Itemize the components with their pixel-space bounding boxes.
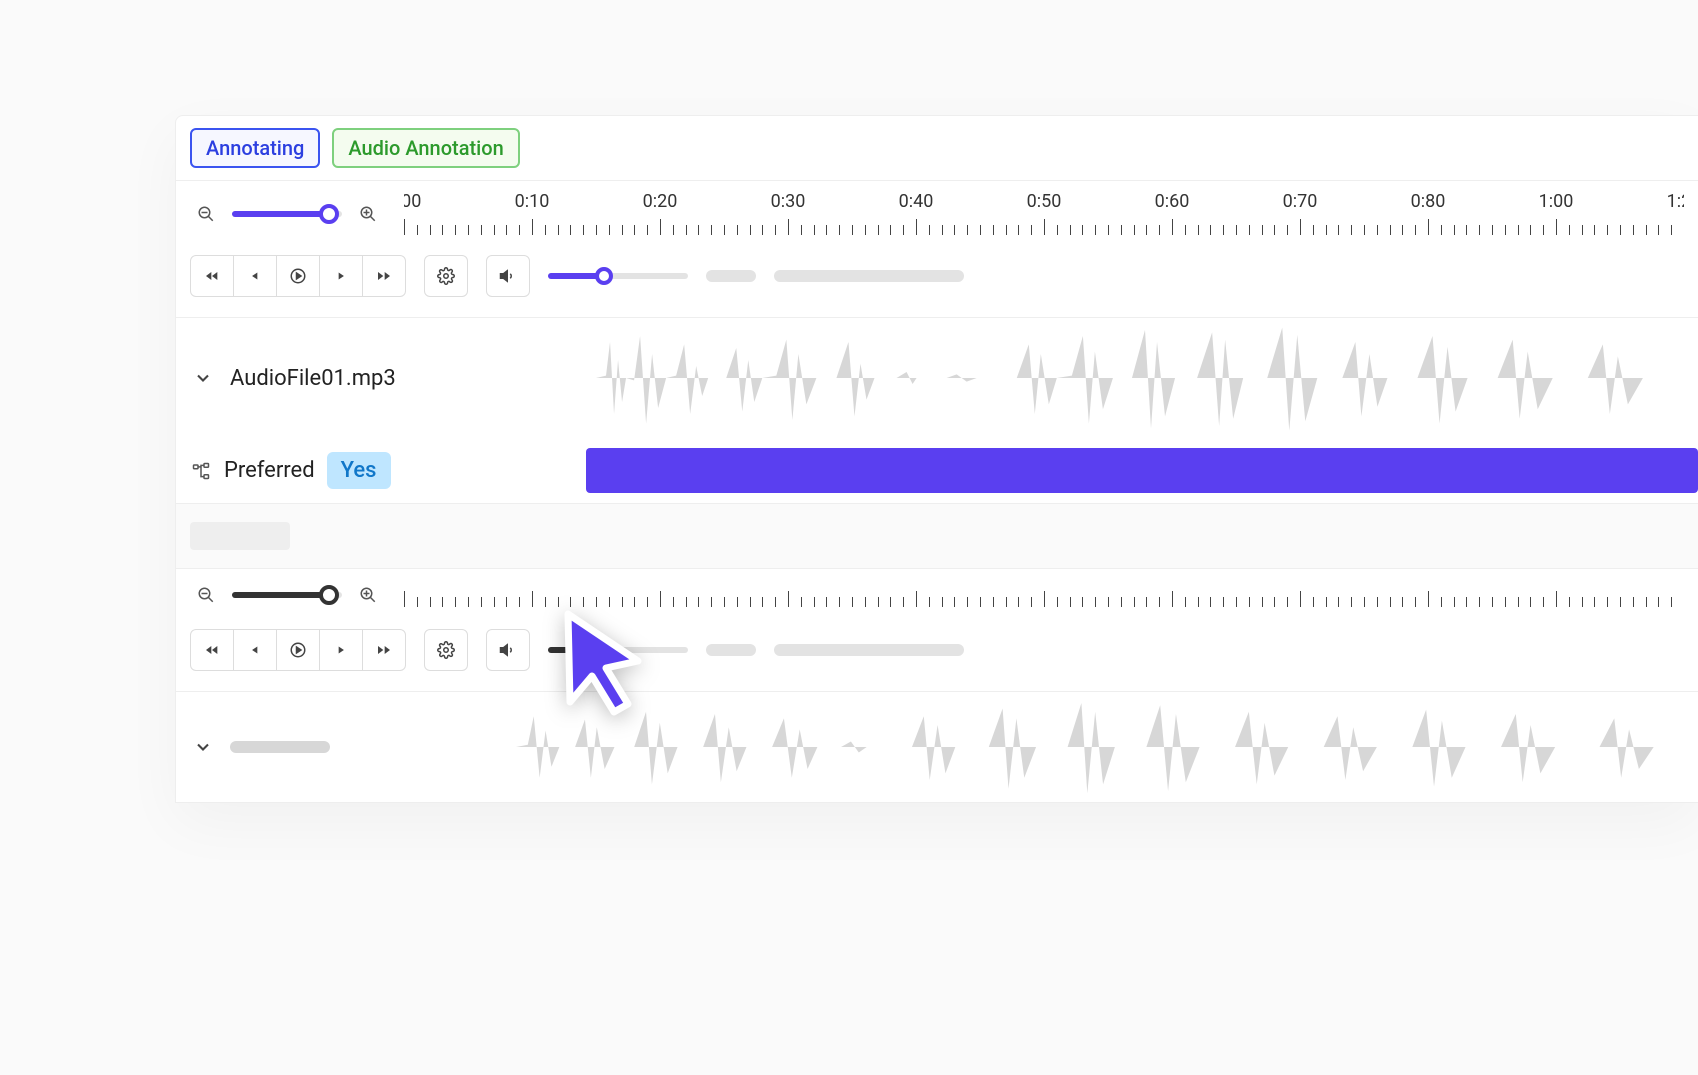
spacer-row	[176, 504, 1698, 569]
time-ruler-1[interactable]: 0:000:100:200:300:400:500:600:700:801:00…	[404, 191, 1684, 237]
timeline-zoom-row-2: 0:000:100:200:300:400:500:600:700:801:00…	[176, 569, 1698, 617]
audio-annotation-panel: Annotating Audio Annotation 0:000:100:20…	[175, 115, 1698, 803]
annotation-value-pill[interactable]: Yes	[327, 452, 391, 489]
step-back-button[interactable]	[233, 255, 277, 297]
placeholder-pill	[774, 644, 964, 656]
annotation-label: Preferred	[224, 458, 315, 483]
volume-button[interactable]	[486, 255, 530, 297]
placeholder-pill	[706, 644, 756, 656]
play-button[interactable]	[276, 629, 320, 671]
step-fwd-button[interactable]	[319, 629, 363, 671]
zoom-out-icon[interactable]	[190, 579, 222, 611]
step-fwd-button[interactable]	[319, 255, 363, 297]
time-ruler-2[interactable]: 0:000:100:200:300:400:500:600:700:801:00…	[404, 581, 1684, 609]
volume-slider-1[interactable]	[548, 264, 688, 288]
zoom-slider-2[interactable]	[232, 583, 342, 607]
annotation-region[interactable]	[586, 448, 1698, 493]
skip-fwd-button[interactable]	[362, 255, 406, 297]
zoom-in-icon[interactable]	[352, 579, 384, 611]
chevron-down-icon[interactable]	[190, 737, 216, 757]
settings-button[interactable]	[424, 255, 468, 297]
timeline-zoom-row-1: 0:000:100:200:300:400:500:600:700:801:00…	[176, 181, 1698, 243]
status-badge: Annotating	[190, 128, 320, 168]
track-filename: AudioFile01.mp3	[230, 366, 396, 391]
step-back-button[interactable]	[233, 629, 277, 671]
tree-icon[interactable]	[190, 462, 212, 480]
zoom-out-icon[interactable]	[190, 198, 222, 230]
annotation-row: Preferred Yes	[176, 438, 1698, 503]
audio-track-row-2	[176, 692, 1698, 802]
zoom-slider-1[interactable]	[232, 202, 342, 226]
placeholder-chip	[190, 522, 290, 550]
playback-controls-1	[176, 243, 1698, 317]
waveform-1[interactable]	[596, 318, 1698, 438]
placeholder-pill	[774, 270, 964, 282]
play-button[interactable]	[276, 255, 320, 297]
placeholder-pill	[230, 741, 330, 753]
skip-back-button[interactable]	[190, 255, 234, 297]
chevron-down-icon[interactable]	[190, 368, 216, 388]
settings-button[interactable]	[424, 629, 468, 671]
playback-controls-2	[176, 617, 1698, 691]
skip-fwd-button[interactable]	[362, 629, 406, 671]
placeholder-pill	[706, 270, 756, 282]
waveform-2[interactable]	[516, 692, 1698, 802]
audio-track-row: AudioFile01.mp3	[176, 318, 1698, 438]
volume-button[interactable]	[486, 629, 530, 671]
skip-back-button[interactable]	[190, 629, 234, 671]
zoom-in-icon[interactable]	[352, 198, 384, 230]
type-badge: Audio Annotation	[332, 128, 519, 168]
volume-slider-2[interactable]	[548, 638, 688, 662]
header: Annotating Audio Annotation	[176, 116, 1698, 181]
